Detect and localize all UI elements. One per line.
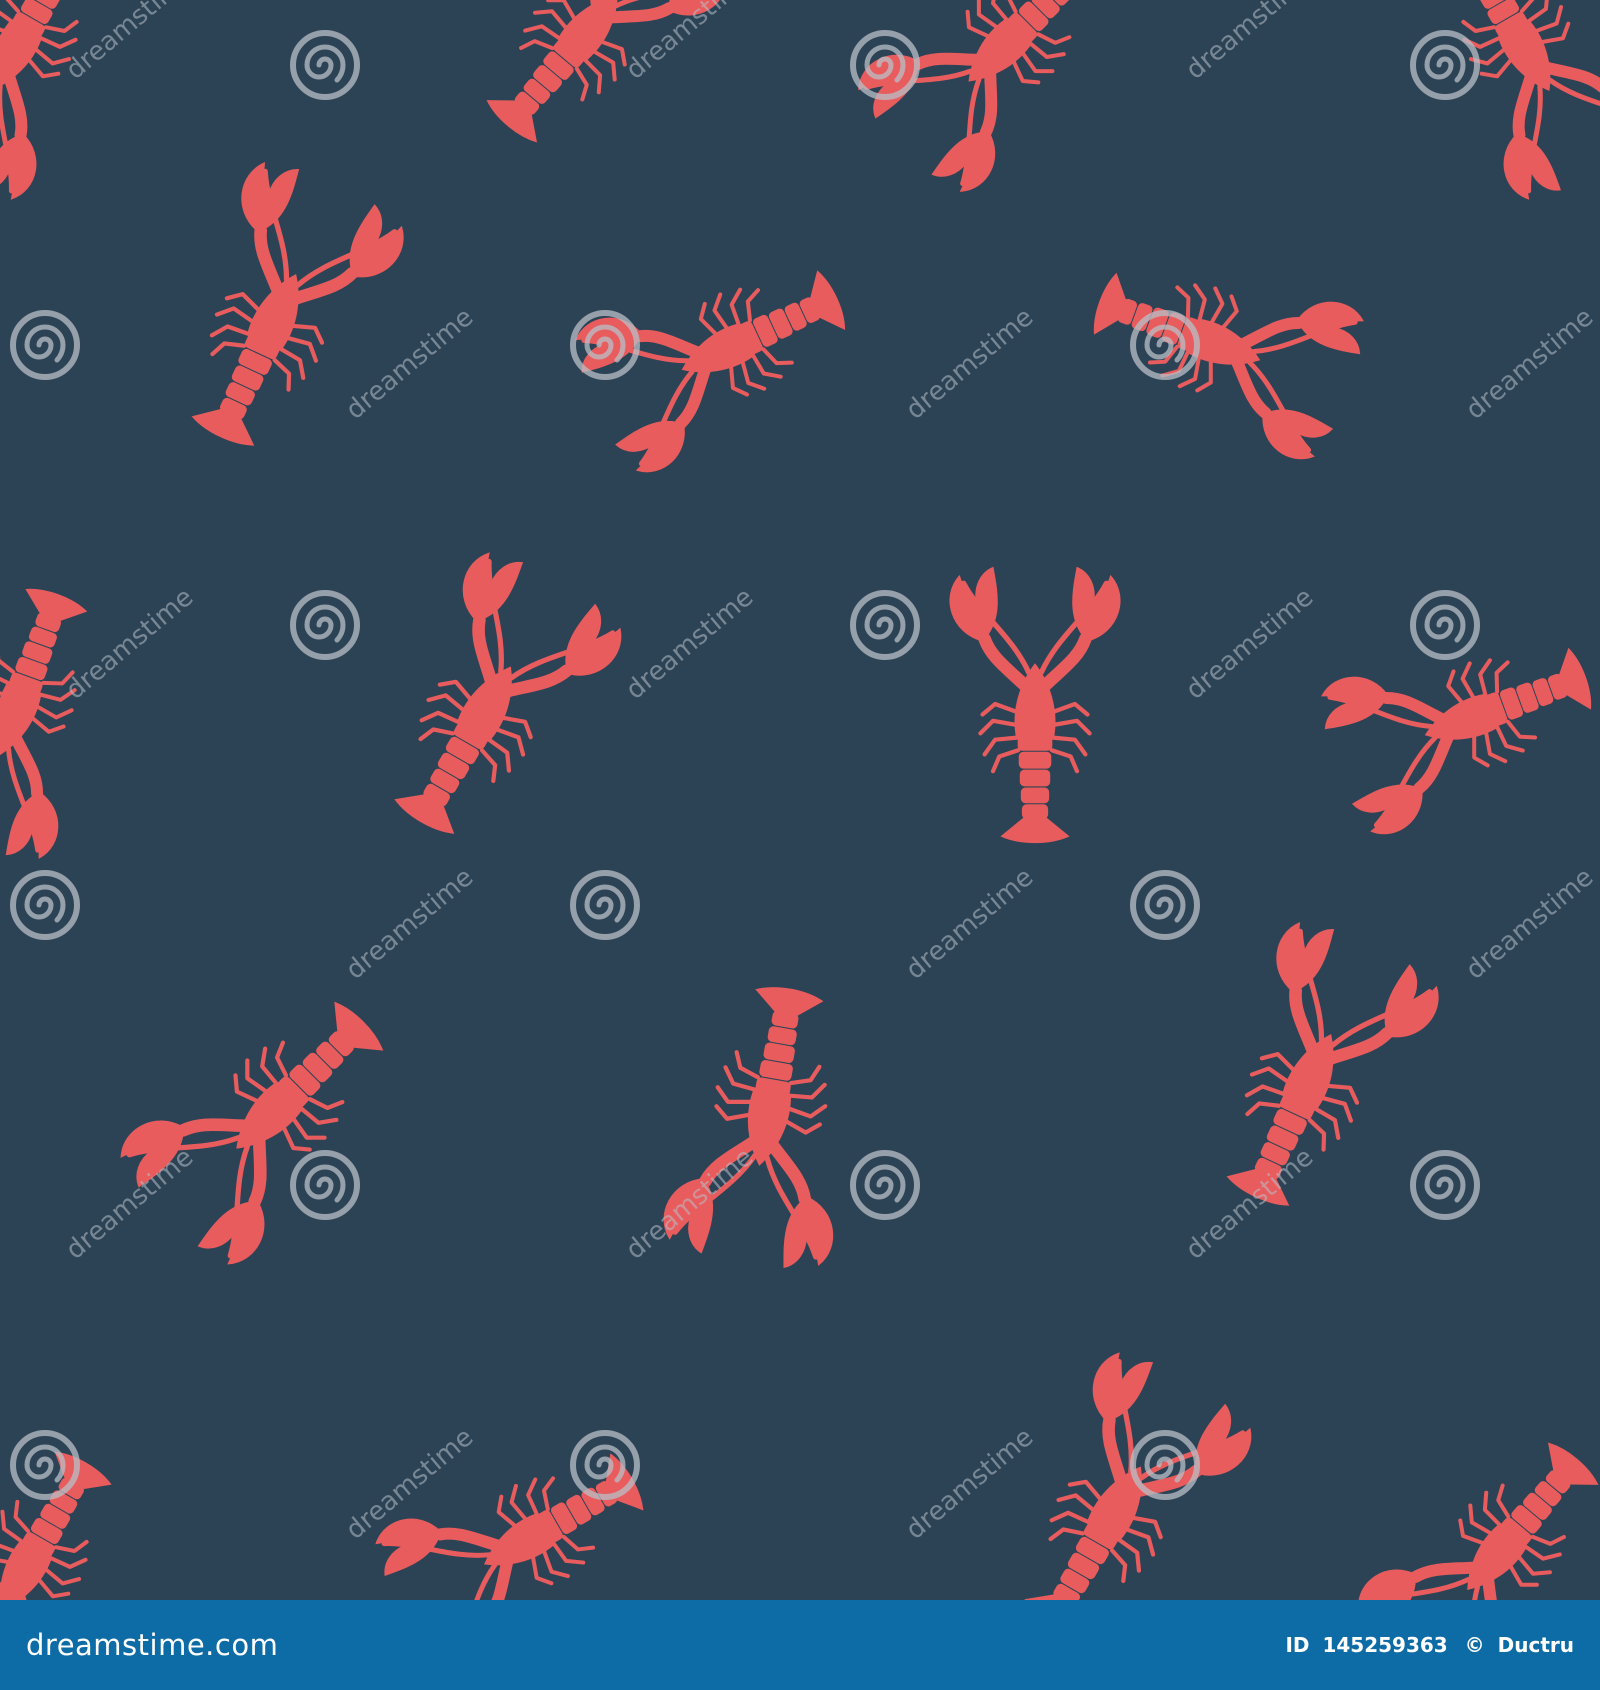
watermark-text: dreamstime xyxy=(900,862,1039,985)
swirl-logo-icon xyxy=(1410,1150,1480,1220)
lobster-silhouette xyxy=(1072,226,1374,468)
watermark-text: dreamstime xyxy=(900,302,1039,425)
swirl-logo-icon xyxy=(1410,30,1480,100)
watermark-text: dreamstime xyxy=(1180,0,1319,86)
watermark-text: dreamstime xyxy=(340,862,479,985)
watermark-text: dreamstime xyxy=(1180,582,1319,705)
watermark-text: dreamstime xyxy=(340,302,479,425)
swirl-logo-icon xyxy=(850,1150,920,1220)
footer-site-name[interactable]: dreamstime.com xyxy=(26,1628,278,1662)
copyright-symbol: © xyxy=(1464,1633,1485,1657)
image-id-label: ID xyxy=(1285,1633,1310,1657)
lobster-silhouette xyxy=(847,0,1147,203)
lobster-silhouette xyxy=(950,568,1120,843)
lobster-silhouette xyxy=(1178,911,1448,1232)
lobster-pattern-artwork: dreamstime dreamstime dreamstime dreamstime… xyxy=(0,0,1600,1600)
watermark-text: dreamstime xyxy=(60,0,199,86)
watermark-text: dreamstime xyxy=(60,1142,199,1265)
swirl-logo-icon xyxy=(290,30,360,100)
footer-bar: dreamstime.com ID 145259363 © Ductru xyxy=(0,1600,1600,1690)
swirl-logo-icon xyxy=(10,310,80,380)
swirl-logo-icon xyxy=(1130,870,1200,940)
swirl-logo-icon xyxy=(10,870,80,940)
lobster-silhouette xyxy=(659,974,874,1274)
watermark-text: dreamstime xyxy=(620,582,759,705)
watermark-text: dreamstime xyxy=(1180,1142,1319,1265)
author-name[interactable]: Ductru xyxy=(1498,1633,1574,1657)
swirl-logo-icon xyxy=(1410,590,1480,660)
lobster-silhouette xyxy=(978,1341,1263,1600)
lobster-silhouette xyxy=(1394,0,1600,210)
swirl-logo-icon xyxy=(850,590,920,660)
footer-credit: ID 145259363 © Ductru xyxy=(1279,1633,1574,1657)
lobster-silhouette xyxy=(1347,1407,1600,1600)
watermark-text: dreamstime xyxy=(1460,302,1599,425)
lobster-silhouette xyxy=(0,1423,156,1600)
lobster-silhouette xyxy=(348,541,633,864)
watermark-text: dreamstime xyxy=(60,582,199,705)
lobster-silhouette xyxy=(0,567,134,869)
watermark-text: dreamstime xyxy=(620,1142,759,1265)
swirl-logo-icon xyxy=(290,590,360,660)
lobster-silhouette xyxy=(109,962,424,1277)
swirl-logo-icon xyxy=(570,870,640,940)
lobster-silhouette xyxy=(143,151,413,472)
watermark-text: dreamstime xyxy=(1460,862,1599,985)
lobster-silhouette xyxy=(1311,601,1600,843)
swirl-logo-icon xyxy=(290,1150,360,1220)
watermark-text: dreamstime xyxy=(900,1422,1039,1545)
image-id-value: 145259363 xyxy=(1322,1633,1448,1657)
